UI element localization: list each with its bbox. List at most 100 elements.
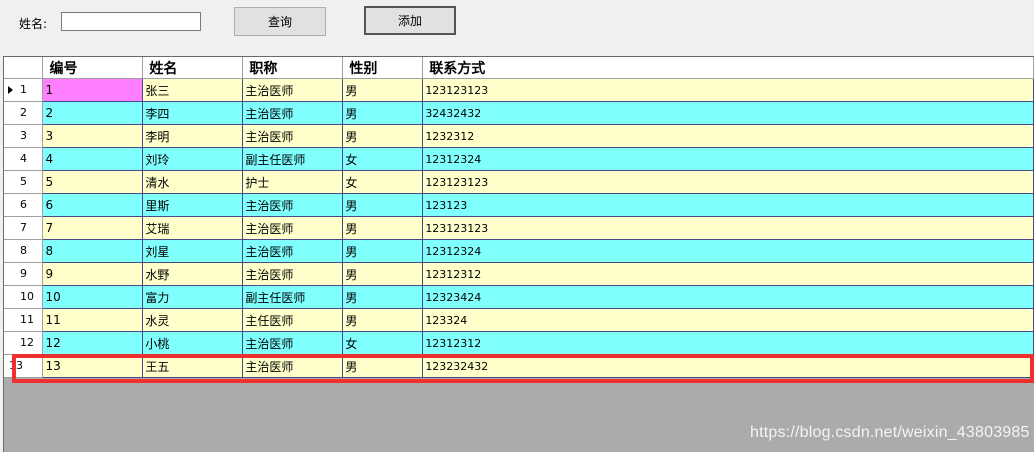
cell-contact[interactable]: 12312324 xyxy=(422,239,1034,263)
row-header[interactable]: 4 xyxy=(4,147,44,171)
add-button[interactable]: 添加 xyxy=(364,6,456,35)
cell-sex[interactable]: 女 xyxy=(342,170,424,194)
cell-contact[interactable]: 123123 xyxy=(422,193,1034,217)
cell-contact[interactable]: 1232312 xyxy=(422,124,1034,148)
cell-name[interactable]: 刘玲 xyxy=(142,147,244,171)
cell-title[interactable]: 主治医师 xyxy=(242,124,344,148)
cell-title[interactable]: 护士 xyxy=(242,170,344,194)
cell-title[interactable]: 主任医师 xyxy=(242,308,344,332)
cell-id[interactable]: 9 xyxy=(42,262,144,286)
cell-id[interactable]: 10 xyxy=(42,285,144,309)
cell-sex[interactable]: 男 xyxy=(342,78,424,102)
table-row[interactable]: 7 7 艾瑞 主治医师男 123123123 xyxy=(4,216,1034,240)
column-header-contact[interactable]: 联系方式 xyxy=(422,57,1034,79)
table-row[interactable]: 6 6 里斯 主治医师男 123123 xyxy=(4,193,1034,217)
cell-contact[interactable]: 12312324 xyxy=(422,147,1034,171)
table-row[interactable]: 2 2 李四 主治医师男 32432432 xyxy=(4,101,1034,125)
cell-id[interactable]: 2 xyxy=(42,101,144,125)
row-header[interactable]: 9 xyxy=(4,262,44,286)
table-row[interactable]: 9 9 水野 主治医师男 12312312 xyxy=(4,262,1034,286)
cell-title[interactable]: 主治医师 xyxy=(242,354,344,378)
cell-sex[interactable]: 男 xyxy=(342,124,424,148)
row-header[interactable]: 1 xyxy=(4,78,44,102)
cell-contact[interactable]: 12323424 xyxy=(422,285,1034,309)
row-header[interactable]: 8 xyxy=(4,239,44,263)
cell-name[interactable]: 刘星 xyxy=(142,239,244,263)
cell-title[interactable]: 主治医师 xyxy=(242,239,344,263)
cell-id[interactable]: 3 xyxy=(42,124,144,148)
table-row[interactable]: 1 1 张三 主治医师男 123123123 xyxy=(4,78,1034,102)
row-header[interactable]: 7 xyxy=(4,216,44,240)
cell-id[interactable]: 4 xyxy=(42,147,144,171)
cell-name[interactable]: 李四 xyxy=(142,101,244,125)
table-row[interactable]: 4 4 刘玲 副主任医师女 12312324 xyxy=(4,147,1034,171)
column-header-title[interactable]: 职称 xyxy=(242,57,344,79)
table-row[interactable]: 5 5 清水 护士女 123123123 xyxy=(4,170,1034,194)
cell-sex[interactable]: 女 xyxy=(342,331,424,355)
table-row[interactable]: 13 13 王五 主治医师男 123232432 xyxy=(4,354,1034,378)
name-input[interactable] xyxy=(61,12,201,31)
cell-sex[interactable]: 男 xyxy=(342,101,424,125)
cell-name[interactable]: 小桃 xyxy=(142,331,244,355)
table-row[interactable]: 3 3 李明 主治医师男 1232312 xyxy=(4,124,1034,148)
row-header[interactable]: 6 xyxy=(4,193,44,217)
cell-title[interactable]: 副主任医师 xyxy=(242,147,344,171)
cell-name[interactable]: 张三 xyxy=(142,78,244,102)
cell-sex[interactable]: 男 xyxy=(342,216,424,240)
row-header[interactable]: 10 xyxy=(4,285,44,309)
cell-name[interactable]: 清水 xyxy=(142,170,244,194)
cell-id[interactable]: 1 xyxy=(42,78,144,102)
cell-name[interactable]: 水灵 xyxy=(142,308,244,332)
cell-contact[interactable]: 123123123 xyxy=(422,216,1034,240)
row-header[interactable]: 3 xyxy=(4,124,44,148)
cell-title[interactable]: 主治医师 xyxy=(242,78,344,102)
row-header[interactable]: 13 xyxy=(4,354,44,378)
cell-id[interactable]: 11 xyxy=(42,308,144,332)
row-header[interactable]: 11 xyxy=(4,308,44,332)
row-header[interactable]: 12 xyxy=(4,331,44,355)
corner-header-cell[interactable] xyxy=(4,57,44,79)
cell-title[interactable]: 副主任医师 xyxy=(242,285,344,309)
cell-id[interactable]: 13 xyxy=(42,354,144,378)
cell-sex[interactable]: 男 xyxy=(342,239,424,263)
cell-name[interactable]: 里斯 xyxy=(142,193,244,217)
cell-title[interactable]: 主治医师 xyxy=(242,262,344,286)
cell-name[interactable]: 水野 xyxy=(142,262,244,286)
cell-sex[interactable]: 男 xyxy=(342,354,424,378)
cell-contact[interactable]: 32432432 xyxy=(422,101,1034,125)
cell-title[interactable]: 主治医师 xyxy=(242,331,344,355)
cell-sex[interactable]: 男 xyxy=(342,308,424,332)
cell-title[interactable]: 主治医师 xyxy=(242,216,344,240)
cell-contact[interactable]: 12312312 xyxy=(422,262,1034,286)
cell-id[interactable]: 8 xyxy=(42,239,144,263)
cell-contact[interactable]: 123123123 xyxy=(422,78,1034,102)
table-row[interactable]: 11 11 水灵 主任医师男 123324 xyxy=(4,308,1034,332)
doctor-data-grid[interactable]: 编号 姓名 职称 性别 联系方式 1 1 张三 主治医师男 123123123 2 2 李四主… xyxy=(3,56,1034,452)
cell-name[interactable]: 艾瑞 xyxy=(142,216,244,240)
table-row[interactable]: 12 12 小桃 主治医师女 12312312 xyxy=(4,331,1034,355)
cell-sex[interactable]: 女 xyxy=(342,147,424,171)
cell-sex[interactable]: 男 xyxy=(342,193,424,217)
cell-id[interactable]: 5 xyxy=(42,170,144,194)
cell-contact[interactable]: 12312312 xyxy=(422,331,1034,355)
column-header-sex[interactable]: 性别 xyxy=(342,57,424,79)
cell-title[interactable]: 主治医师 xyxy=(242,193,344,217)
cell-name[interactable]: 富力 xyxy=(142,285,244,309)
query-button[interactable]: 查询 xyxy=(234,7,326,36)
cell-contact[interactable]: 123123123 xyxy=(422,170,1034,194)
cell-contact[interactable]: 123324 xyxy=(422,308,1034,332)
cell-sex[interactable]: 男 xyxy=(342,262,424,286)
cell-id[interactable]: 12 xyxy=(42,331,144,355)
table-row[interactable]: 10 10 富力 副主任医师男 12323424 xyxy=(4,285,1034,309)
cell-title[interactable]: 主治医师 xyxy=(242,101,344,125)
cell-sex[interactable]: 男 xyxy=(342,285,424,309)
row-header[interactable]: 5 xyxy=(4,170,44,194)
cell-name[interactable]: 王五 xyxy=(142,354,244,378)
cell-name[interactable]: 李明 xyxy=(142,124,244,148)
column-header-id[interactable]: 编号 xyxy=(42,57,144,79)
row-header[interactable]: 2 xyxy=(4,101,44,125)
cell-id[interactable]: 7 xyxy=(42,216,144,240)
cell-id[interactable]: 6 xyxy=(42,193,144,217)
table-row[interactable]: 8 8 刘星 主治医师男 12312324 xyxy=(4,239,1034,263)
cell-contact[interactable]: 123232432 xyxy=(422,354,1034,378)
